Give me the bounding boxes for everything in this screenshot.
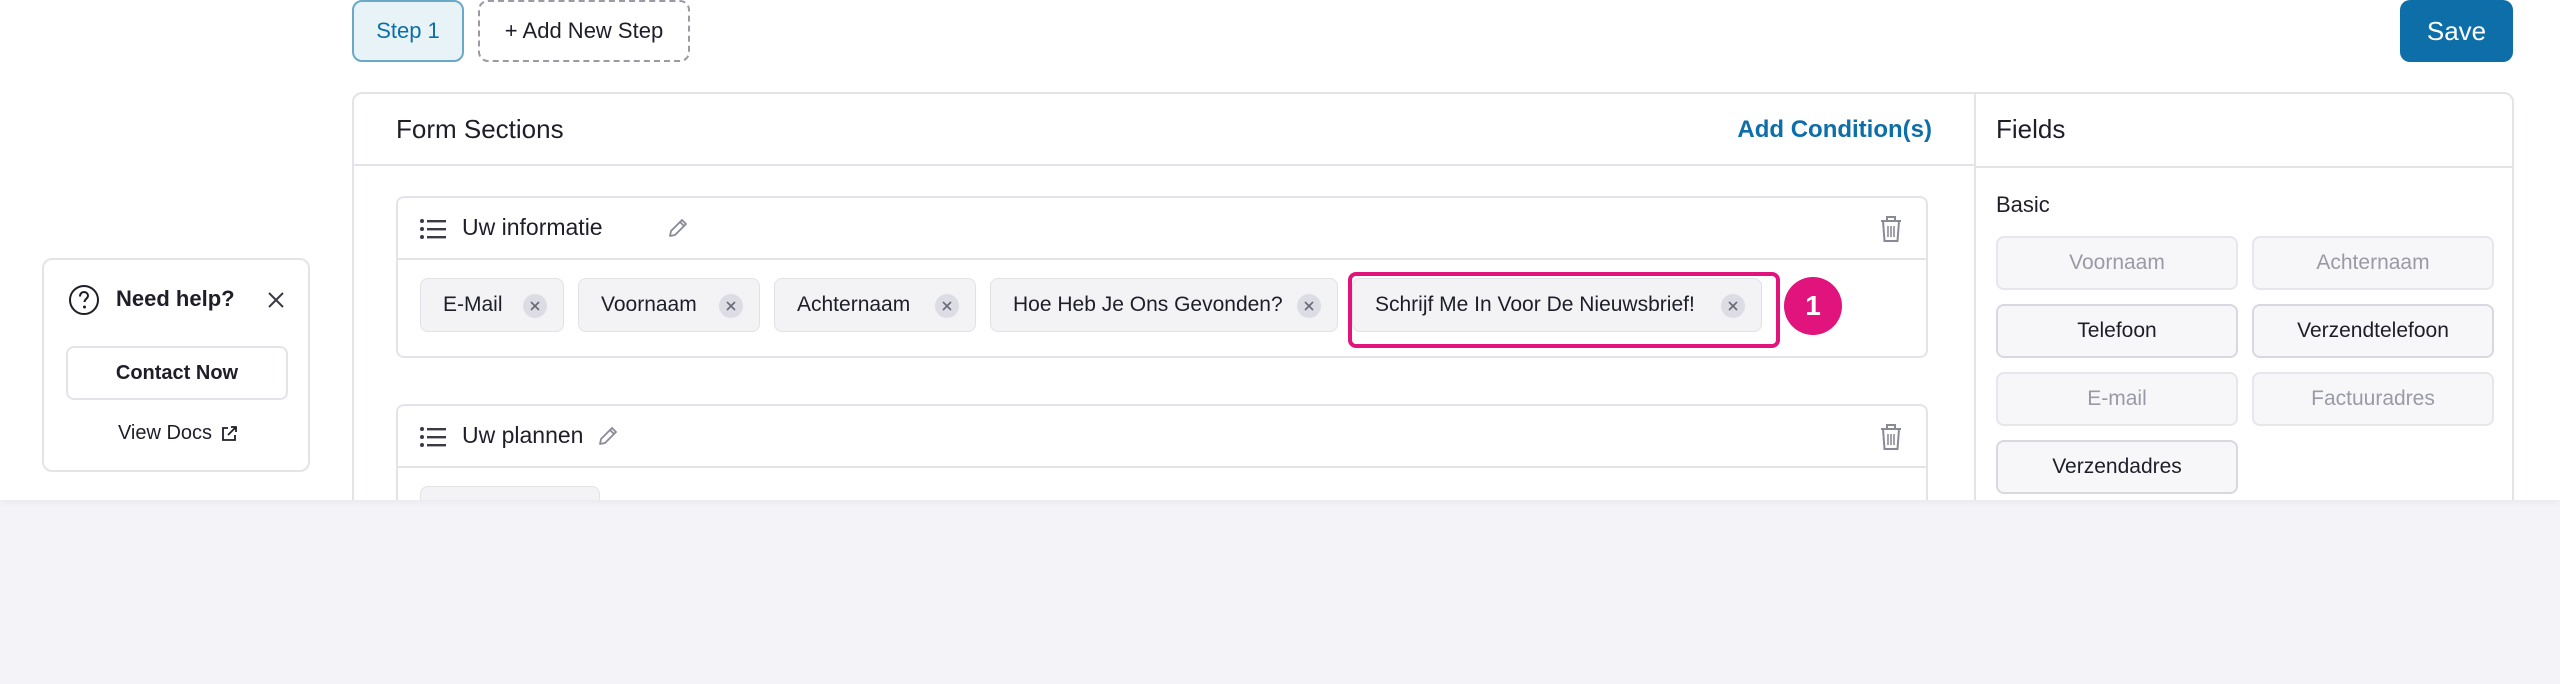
- field-button-factuuradres: Factuuradres: [2252, 372, 2494, 426]
- add-new-step-label: + Add New Step: [504, 18, 664, 43]
- trash-icon[interactable]: [1878, 214, 1904, 244]
- pencil-icon[interactable]: [596, 424, 620, 448]
- form-builder-window: Step 1 + Add New Step Save Form Sections…: [0, 0, 2560, 500]
- contact-now-label: Contact Now: [115, 361, 239, 384]
- field-chip-achternaam[interactable]: Achternaam: [774, 278, 976, 332]
- help-title: Need help?: [116, 286, 235, 311]
- remove-icon[interactable]: [523, 294, 547, 318]
- field-button-achternaam: Achternaam: [2252, 236, 2494, 290]
- tab-step-1[interactable]: Step 1: [352, 0, 464, 62]
- field-chip-hoe-heb-je-ons-gevonden[interactable]: Hoe Heb Je Ons Gevonden?: [990, 278, 1338, 332]
- remove-icon[interactable]: [1297, 294, 1321, 318]
- field-chip-placeholder[interactable]: [420, 486, 600, 500]
- view-docs-label: View Docs: [117, 422, 213, 444]
- section-title: Uw informatie: [462, 214, 603, 240]
- drag-list-icon[interactable]: [420, 426, 446, 448]
- external-link-icon: [222, 425, 237, 441]
- fields-group-label: Basic: [1996, 192, 2050, 217]
- trash-icon[interactable]: [1878, 422, 1904, 452]
- contact-now-button[interactable]: Contact Now: [66, 346, 288, 400]
- annotation-highlight: [1348, 272, 1780, 348]
- field-button-voornaam: Voornaam: [1996, 236, 2238, 290]
- section-title: Uw plannen: [462, 422, 584, 448]
- form-sections-title: Form Sections: [396, 114, 564, 144]
- chip-label: Voornaam: [601, 293, 697, 316]
- annotation-badge: 1: [1784, 277, 1842, 335]
- help-question-icon: [69, 285, 99, 315]
- field-button-telefoon[interactable]: Telefoon: [1996, 304, 2238, 358]
- pencil-icon[interactable]: [666, 216, 690, 240]
- tab-label: Step 1: [376, 18, 440, 43]
- field-button-verzendtelefoon[interactable]: Verzendtelefoon: [2252, 304, 2494, 358]
- section-header: Uw informatie: [398, 198, 1926, 260]
- section-card-uw-plannen: Uw plannen: [396, 404, 1928, 500]
- close-icon[interactable]: [266, 290, 286, 310]
- remove-icon[interactable]: [935, 294, 959, 318]
- field-chip-e-mail[interactable]: E-Mail: [420, 278, 564, 332]
- form-sections-header: Form Sections Add Condition(s): [354, 94, 1974, 166]
- view-docs-link[interactable]: View Docs: [44, 422, 312, 445]
- panel-divider: [1974, 94, 1976, 500]
- save-button[interactable]: Save: [2400, 0, 2513, 62]
- drag-list-icon[interactable]: [420, 218, 446, 240]
- section-header: Uw plannen: [398, 406, 1926, 468]
- help-card: Need help? Contact Now View Docs: [42, 258, 310, 472]
- fields-panel-title: Fields: [1996, 114, 2066, 144]
- fields-header-divider: [1976, 166, 2514, 168]
- chip-label: Achternaam: [797, 293, 911, 316]
- add-condition-link[interactable]: Add Condition(s): [1737, 116, 1932, 144]
- chip-label: Hoe Heb Je Ons Gevonden?: [1013, 293, 1283, 316]
- field-button-verzendadres[interactable]: Verzendadres: [1996, 440, 2238, 494]
- field-button-e-mail: E-mail: [1996, 372, 2238, 426]
- save-label: Save: [2426, 15, 2487, 46]
- add-new-step-button[interactable]: + Add New Step: [478, 0, 690, 62]
- field-chip-voornaam[interactable]: Voornaam: [578, 278, 760, 332]
- chip-label: E-Mail: [443, 293, 503, 316]
- remove-icon[interactable]: [719, 294, 743, 318]
